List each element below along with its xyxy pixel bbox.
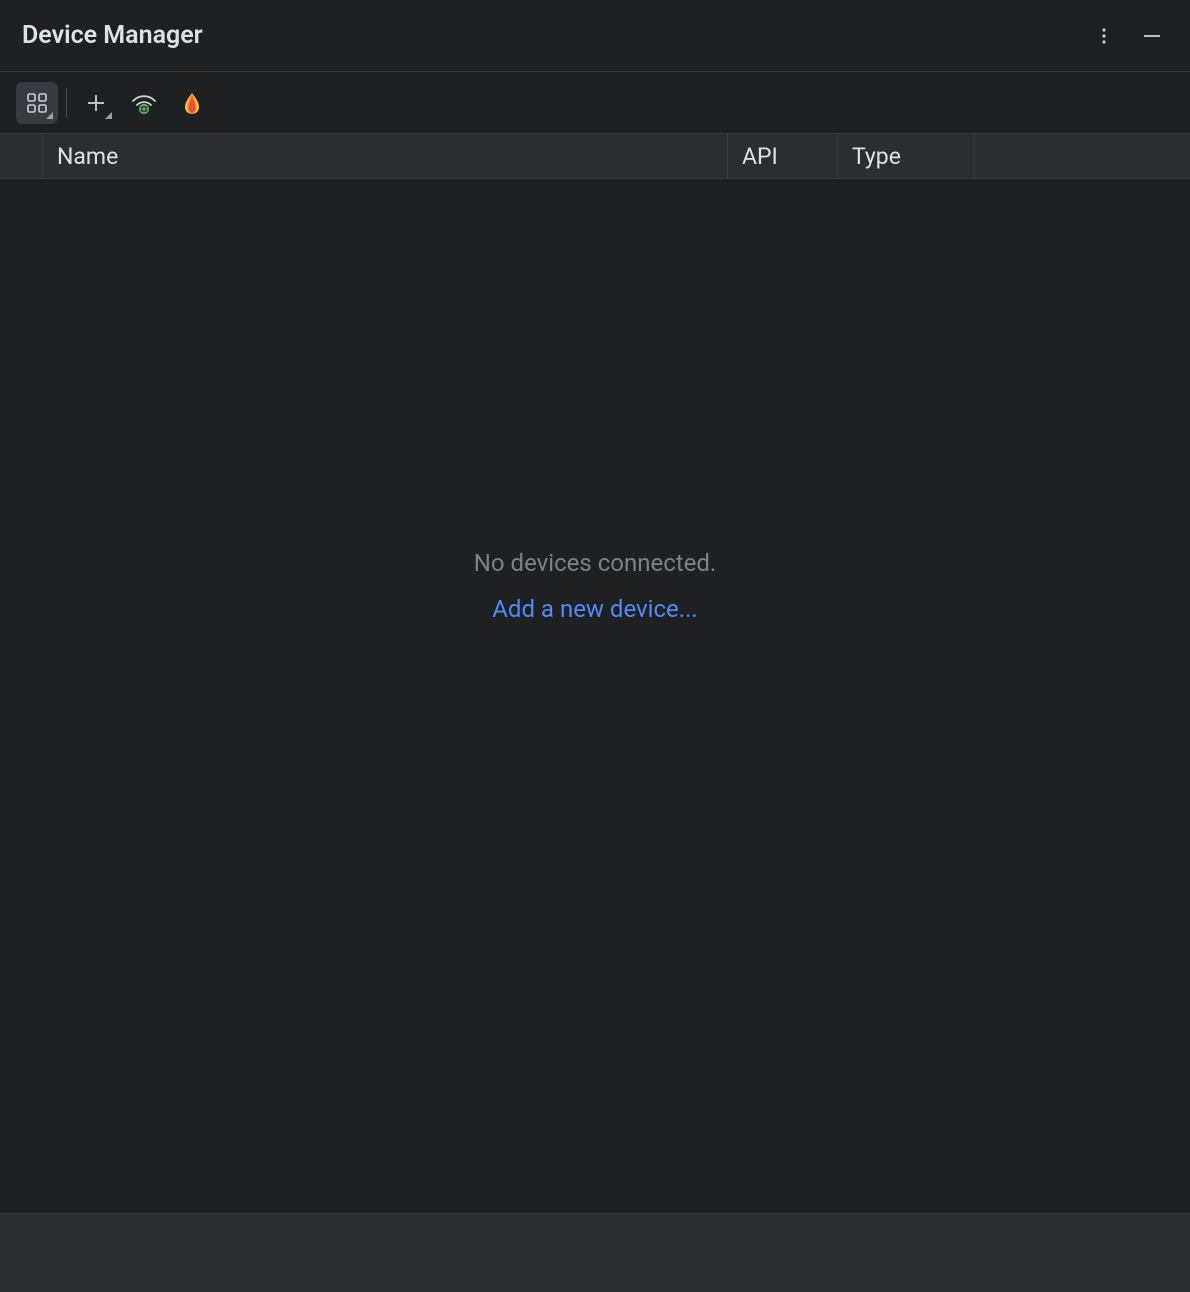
more-vert-icon [1094,26,1114,46]
column-header-name[interactable]: Name [43,134,728,178]
bottom-bar [0,1213,1190,1292]
panel-header: Device Manager [0,0,1190,72]
minimize-icon [1141,25,1163,47]
add-device-link[interactable]: Add a new device... [492,595,698,623]
column-header-api[interactable]: API [728,134,838,178]
table-header-spacer [0,134,43,178]
column-header-type[interactable]: Type [838,134,975,178]
wifi-pair-icon [129,88,159,118]
expand-corner-icon [46,112,53,119]
more-options-button[interactable] [1086,18,1122,54]
minimize-button[interactable] [1134,18,1170,54]
firebase-icon [179,90,205,116]
add-device-button[interactable] [75,82,117,124]
table-header: Name API Type [0,134,1190,179]
header-actions [1086,18,1170,54]
toolbar-divider [66,88,67,118]
wifi-pair-button[interactable] [123,82,165,124]
expand-corner-icon [105,112,112,119]
panel-title: Device Manager [22,21,203,50]
firebase-button[interactable] [171,82,213,124]
table-body: No devices connected. Add a new device..… [0,179,1190,1213]
device-explorer-button[interactable] [16,82,58,124]
empty-state-message: No devices connected. [474,549,716,577]
toolbar [0,72,1190,134]
column-header-actions [975,134,1190,178]
